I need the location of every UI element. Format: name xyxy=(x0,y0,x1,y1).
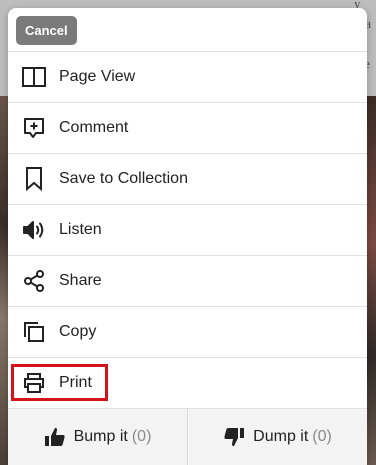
sheet-header: Cancel xyxy=(8,8,367,52)
action-sheet: Cancel Page View Comment Save to Collect… xyxy=(8,8,367,465)
menu-item-copy[interactable]: Copy xyxy=(8,307,367,358)
bookmark-icon xyxy=(22,167,46,191)
dump-it-count: (0) xyxy=(312,428,332,445)
share-icon xyxy=(22,269,46,293)
cancel-button[interactable]: Cancel xyxy=(16,16,77,45)
bump-it-label: Bump it xyxy=(73,428,128,445)
menu-item-label: Save to Collection xyxy=(59,170,188,187)
menu-item-label: Copy xyxy=(59,323,97,340)
background-photo-left xyxy=(0,96,8,465)
menu-item-label: Share xyxy=(59,272,102,289)
thumbs-down-icon xyxy=(223,426,245,448)
book-open-icon xyxy=(22,65,46,89)
menu-item-save-to-collection[interactable]: Save to Collection xyxy=(8,154,367,205)
menu-item-label: Page View xyxy=(59,68,136,85)
speaker-icon xyxy=(22,218,46,242)
menu-item-comment[interactable]: Comment xyxy=(8,103,367,154)
menu-item-listen[interactable]: Listen xyxy=(8,205,367,256)
menu-item-label: Listen xyxy=(59,221,102,238)
bump-it-count: (0) xyxy=(131,428,152,445)
thumbs-up-icon xyxy=(44,426,66,448)
dump-it-label: Dump it xyxy=(253,428,309,445)
menu-item-share[interactable]: Share xyxy=(8,256,367,307)
bump-it-button[interactable]: Bump it (0) xyxy=(8,409,187,465)
menu-item-label: Print xyxy=(59,374,92,391)
menu-item-page-view[interactable]: Page View xyxy=(8,52,367,103)
copy-icon xyxy=(22,320,46,344)
comment-plus-icon xyxy=(22,116,46,140)
menu-item-print[interactable]: Print xyxy=(8,358,367,409)
vote-footer: Bump it (0) Dump it (0) xyxy=(8,408,367,465)
dump-it-button[interactable]: Dump it (0) xyxy=(187,409,367,465)
background-photo-right xyxy=(366,96,376,465)
action-menu: Page View Comment Save to Collection Lis… xyxy=(8,52,367,409)
menu-item-label: Comment xyxy=(59,119,129,136)
printer-icon xyxy=(22,371,46,395)
